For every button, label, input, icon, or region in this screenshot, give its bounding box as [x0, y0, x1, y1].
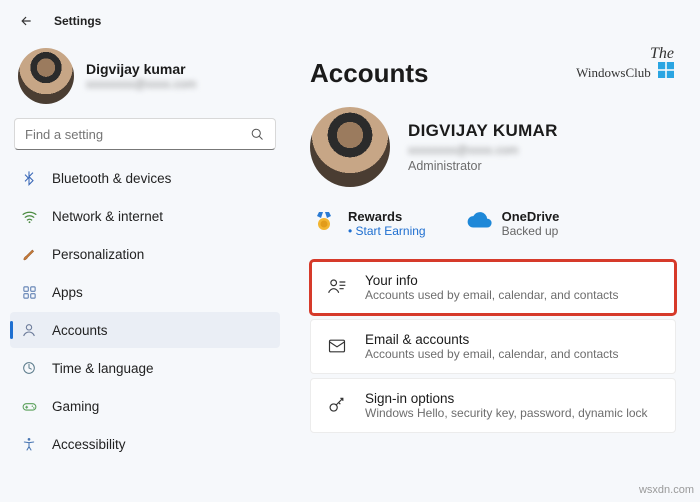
sidebar-profile[interactable]: Digvijay kumar xxxxxxxx@xxxx.com — [10, 42, 280, 116]
nav-accessibility[interactable]: Accessibility — [10, 426, 280, 462]
windows-flag-icon — [658, 62, 674, 78]
tile-title: Rewards — [348, 209, 426, 224]
nav-label: Accessibility — [52, 437, 126, 452]
nav-apps[interactable]: Apps — [10, 274, 280, 310]
nav-personalization[interactable]: Personalization — [10, 236, 280, 272]
nav-network[interactable]: Network & internet — [10, 198, 280, 234]
card-title: Email & accounts — [365, 332, 618, 347]
title-bar: Settings — [0, 0, 700, 42]
card-subtitle: Accounts used by email, calendar, and co… — [365, 347, 618, 361]
brand-line2: WindowsClub — [576, 65, 651, 80]
back-arrow-icon — [19, 14, 33, 28]
sidebar: Digvijay kumar xxxxxxxx@xxxx.com Bluetoo… — [0, 42, 290, 502]
tile-title: OneDrive — [502, 209, 560, 224]
nav-label: Accounts — [52, 323, 108, 338]
card-title: Sign-in options — [365, 391, 648, 406]
tile-onedrive[interactable]: OneDrive Backed up — [466, 209, 560, 238]
key-icon — [327, 395, 349, 417]
tile-subtitle: Backed up — [502, 224, 560, 238]
brand-line1: The — [576, 46, 674, 62]
account-hero: DIGVIJAY KUMAR xxxxxxxx@xxxx.com Adminis… — [310, 107, 676, 187]
nav-label: Gaming — [52, 399, 99, 414]
profile-email: xxxxxxxx@xxxx.com — [86, 77, 196, 91]
nav-bluetooth[interactable]: Bluetooth & devices — [10, 160, 280, 196]
your-info-icon — [327, 277, 349, 299]
nav-label: Bluetooth & devices — [52, 171, 171, 186]
onedrive-cloud-icon — [466, 209, 490, 233]
brand-logo-text: The WindowsClub — [576, 46, 674, 79]
search-box[interactable] — [14, 118, 276, 150]
bluetooth-icon — [20, 169, 38, 187]
hero-role: Administrator — [408, 159, 558, 173]
nav-label: Personalization — [52, 247, 144, 262]
settings-cards: Your info Accounts used by email, calend… — [310, 260, 676, 433]
avatar-large — [310, 107, 390, 187]
nav-time-language[interactable]: Time & language — [10, 350, 280, 386]
card-your-info[interactable]: Your info Accounts used by email, calend… — [310, 260, 676, 315]
accessibility-icon — [20, 435, 38, 453]
card-subtitle: Accounts used by email, calendar, and co… — [365, 288, 618, 302]
search-input[interactable] — [25, 127, 250, 142]
card-email-accounts[interactable]: Email & accounts Accounts used by email,… — [310, 319, 676, 374]
person-icon — [20, 321, 38, 339]
nav-label: Network & internet — [52, 209, 163, 224]
gamepad-icon — [20, 397, 38, 415]
nav-list: Bluetooth & devices Network & internet P… — [10, 160, 280, 462]
clock-globe-icon — [20, 359, 38, 377]
nav-label: Apps — [52, 285, 83, 300]
hero-email: xxxxxxxx@xxxx.com — [408, 143, 558, 157]
avatar — [18, 48, 74, 104]
back-button[interactable] — [12, 7, 40, 35]
nav-label: Time & language — [52, 361, 154, 376]
tiles-row: Rewards Start Earning OneDrive Backed up — [310, 205, 676, 242]
mail-icon — [327, 336, 349, 358]
hero-name: DIGVIJAY KUMAR — [408, 121, 558, 141]
tile-subtitle: Start Earning — [348, 224, 426, 238]
tile-rewards[interactable]: Rewards Start Earning — [312, 209, 426, 238]
card-signin-options[interactable]: Sign-in options Windows Hello, security … — [310, 378, 676, 433]
search-icon — [250, 127, 265, 142]
nav-accounts[interactable]: Accounts — [10, 312, 280, 348]
wifi-icon — [20, 207, 38, 225]
paintbrush-icon — [20, 245, 38, 263]
profile-name: Digvijay kumar — [86, 61, 196, 77]
main-pane: The WindowsClub Accounts DIGVIJAY KUMAR … — [290, 42, 700, 502]
window-title: Settings — [54, 14, 101, 28]
nav-gaming[interactable]: Gaming — [10, 388, 280, 424]
rewards-medal-icon — [312, 209, 336, 233]
card-subtitle: Windows Hello, security key, password, d… — [365, 406, 648, 420]
apps-icon — [20, 283, 38, 301]
watermark: wsxdn.com — [639, 484, 694, 496]
card-title: Your info — [365, 273, 618, 288]
